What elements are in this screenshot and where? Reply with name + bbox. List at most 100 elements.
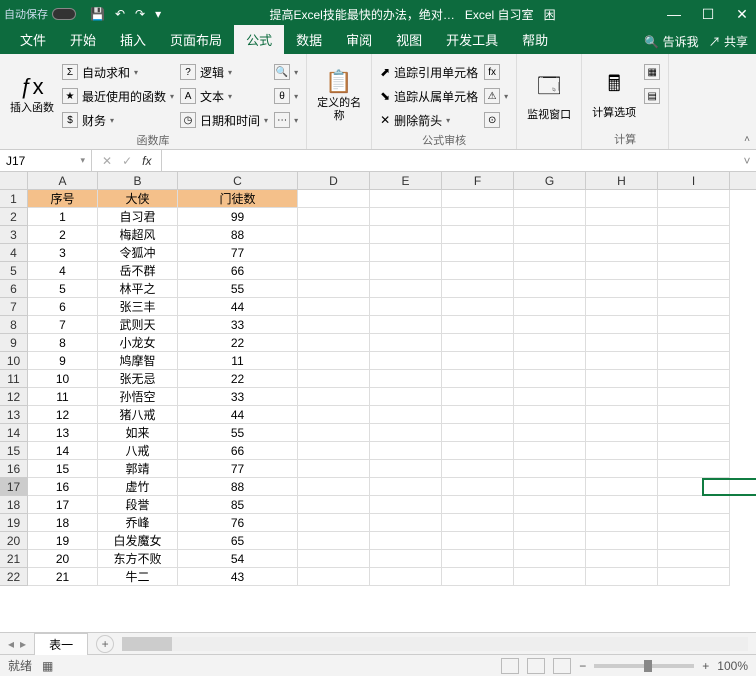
cell[interactable] [298, 514, 370, 532]
cell[interactable] [298, 442, 370, 460]
cell[interactable]: 66 [178, 442, 298, 460]
cell[interactable]: 自习君 [98, 208, 178, 226]
cell[interactable]: 门徒数 [178, 190, 298, 208]
cell[interactable]: 44 [178, 406, 298, 424]
more-fn-button[interactable]: ⋯▾ [274, 110, 298, 130]
cell[interactable] [658, 190, 730, 208]
cell[interactable] [658, 298, 730, 316]
cell[interactable] [370, 568, 442, 586]
formula-input[interactable] [162, 150, 738, 171]
cell[interactable] [514, 514, 586, 532]
cell[interactable] [442, 496, 514, 514]
cell[interactable]: 12 [28, 406, 98, 424]
cell[interactable] [514, 244, 586, 262]
cell[interactable] [658, 478, 730, 496]
row-header[interactable]: 5 [0, 262, 27, 280]
cell[interactable] [658, 262, 730, 280]
spreadsheet-grid[interactable]: ABCDEFGHI 123456789101112131415161718192… [0, 172, 756, 632]
tab-home[interactable]: 开始 [58, 25, 108, 54]
column-header[interactable]: E [370, 172, 442, 189]
zoom-out-button[interactable]: − [579, 659, 586, 673]
cell[interactable] [442, 388, 514, 406]
cell[interactable]: 郭靖 [98, 460, 178, 478]
calc-options-button[interactable]: 🖩 计算选项 [590, 58, 638, 129]
cell[interactable]: 5 [28, 280, 98, 298]
cell[interactable]: 15 [28, 460, 98, 478]
cell[interactable] [514, 478, 586, 496]
cell[interactable] [442, 352, 514, 370]
cell[interactable] [658, 208, 730, 226]
row-header[interactable]: 8 [0, 316, 27, 334]
cell[interactable] [514, 532, 586, 550]
column-header[interactable]: B [98, 172, 178, 189]
cell[interactable] [370, 532, 442, 550]
cell[interactable]: 8 [28, 334, 98, 352]
cell[interactable] [442, 514, 514, 532]
cell[interactable] [586, 514, 658, 532]
cell[interactable] [298, 532, 370, 550]
cell[interactable] [442, 568, 514, 586]
cell[interactable] [514, 442, 586, 460]
cell[interactable] [514, 298, 586, 316]
autosum-button[interactable]: Σ自动求和▾ [62, 62, 174, 82]
cell[interactable]: 88 [178, 226, 298, 244]
row-header[interactable]: 16 [0, 460, 27, 478]
column-header[interactable]: F [442, 172, 514, 189]
column-header[interactable]: H [586, 172, 658, 189]
cell[interactable] [442, 334, 514, 352]
cell[interactable] [442, 532, 514, 550]
cell[interactable]: 22 [178, 334, 298, 352]
row-header[interactable]: 18 [0, 496, 27, 514]
horizontal-scrollbar[interactable] [122, 637, 748, 651]
cell[interactable] [442, 478, 514, 496]
expand-formula-icon[interactable]: ˅ [738, 150, 756, 171]
cell[interactable] [586, 370, 658, 388]
cell[interactable]: 76 [178, 514, 298, 532]
calc-now-button[interactable]: ▦ [644, 62, 660, 82]
cell[interactable] [658, 334, 730, 352]
tab-file[interactable]: 文件 [8, 25, 58, 54]
cell[interactable] [370, 298, 442, 316]
tab-review[interactable]: 审阅 [334, 25, 384, 54]
row-header[interactable]: 14 [0, 424, 27, 442]
cell[interactable]: 鸠摩智 [98, 352, 178, 370]
cell[interactable]: 20 [28, 550, 98, 568]
row-header[interactable]: 13 [0, 406, 27, 424]
cell[interactable]: 66 [178, 262, 298, 280]
cell[interactable] [298, 388, 370, 406]
sheet-tab[interactable]: 表一 [34, 633, 88, 655]
cell[interactable] [370, 442, 442, 460]
column-header[interactable]: D [298, 172, 370, 189]
cell[interactable]: 99 [178, 208, 298, 226]
cell[interactable] [658, 352, 730, 370]
cell[interactable]: 猪八戒 [98, 406, 178, 424]
column-header[interactable]: A [28, 172, 98, 189]
zoom-slider[interactable] [594, 664, 694, 668]
cell[interactable] [442, 226, 514, 244]
cell[interactable] [298, 496, 370, 514]
cell[interactable] [586, 190, 658, 208]
tab-layout[interactable]: 页面布局 [158, 25, 234, 54]
cell[interactable] [298, 316, 370, 334]
save-icon[interactable]: 💾 [90, 7, 105, 21]
cell[interactable] [370, 478, 442, 496]
row-header[interactable]: 2 [0, 208, 27, 226]
cell[interactable]: 14 [28, 442, 98, 460]
cell[interactable] [298, 226, 370, 244]
cell[interactable]: 88 [178, 478, 298, 496]
cell[interactable]: 6 [28, 298, 98, 316]
watch-window-button[interactable]: 🗔 监视窗口 [525, 58, 573, 133]
cell[interactable]: 85 [178, 496, 298, 514]
cell[interactable]: 段誉 [98, 496, 178, 514]
cell[interactable] [370, 280, 442, 298]
cell[interactable]: 10 [28, 370, 98, 388]
cell[interactable] [658, 370, 730, 388]
row-header[interactable]: 10 [0, 352, 27, 370]
cell[interactable] [514, 370, 586, 388]
cell[interactable] [658, 244, 730, 262]
cell[interactable] [586, 244, 658, 262]
cell[interactable]: 55 [178, 280, 298, 298]
cell[interactable] [370, 316, 442, 334]
cell[interactable] [298, 244, 370, 262]
cell[interactable]: 序号 [28, 190, 98, 208]
